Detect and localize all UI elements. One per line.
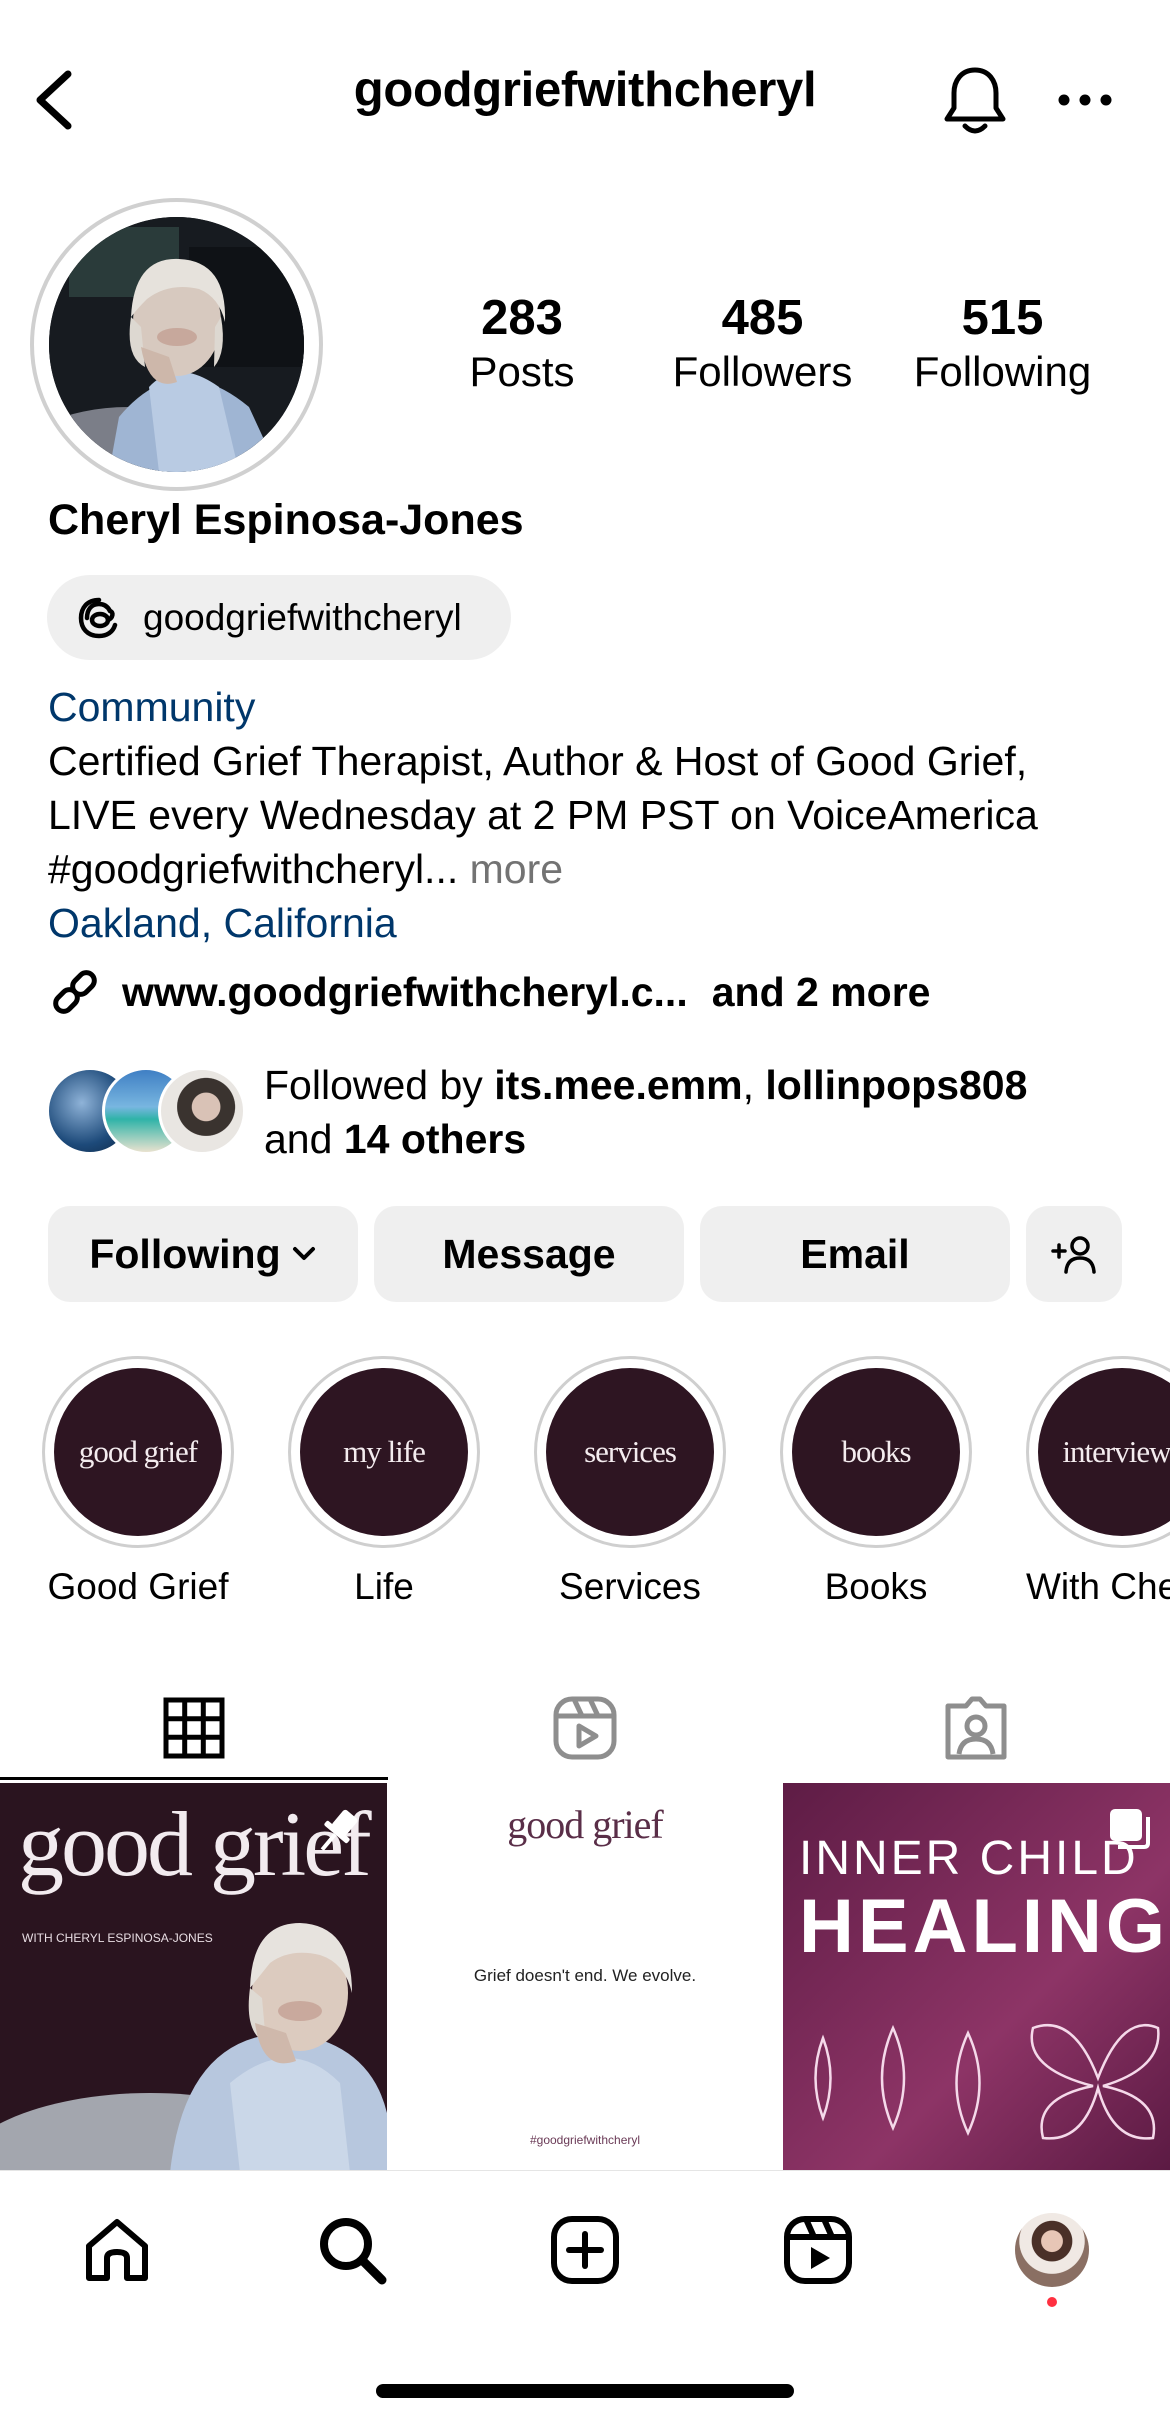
highlight-cover: books xyxy=(792,1368,960,1536)
avatar-photo xyxy=(49,217,304,472)
highlight-good-grief[interactable]: good grief Good Grief xyxy=(42,1356,234,1608)
mutual-follower-avatars[interactable] xyxy=(46,1067,246,1157)
pin-icon xyxy=(320,1809,358,1851)
post-2-hashtag: #goodgriefwithcheryl xyxy=(529,2133,641,2147)
website-link-row[interactable]: www.goodgriefwithcheryl.c... and 2 more xyxy=(48,965,930,1019)
display-name: Cheryl Espinosa-Jones xyxy=(48,496,524,544)
mutual-user-1: its.mee.emm xyxy=(494,1062,743,1108)
profile-avatar-thumbnail xyxy=(1015,2213,1089,2287)
followed-by-text[interactable]: Followed by its.mee.emm, lollinpops808 a… xyxy=(264,1058,1027,1166)
post-3-line-2: HEALING xyxy=(799,1884,1169,1969)
followers-count-value: 485 xyxy=(721,291,804,345)
more-icon xyxy=(1058,94,1112,106)
profile-avatar[interactable] xyxy=(30,198,323,491)
threads-badge[interactable]: goodgriefwithcheryl xyxy=(47,575,511,660)
add-person-icon xyxy=(1051,1236,1096,1274)
bio-more-link[interactable]: more xyxy=(470,846,563,892)
more-links[interactable]: and 2 more xyxy=(712,969,931,1016)
highlight-cover: good grief xyxy=(54,1368,222,1536)
mutual-avatar-3 xyxy=(158,1067,246,1155)
reels-icon xyxy=(553,1696,617,1759)
tab-reels[interactable] xyxy=(388,1675,782,1780)
tagged-icon xyxy=(945,1696,1007,1759)
post-3-butterfly-art xyxy=(814,2023,1160,2140)
followed-by-prefix: Followed by xyxy=(264,1062,483,1108)
bio-hashtag[interactable]: #goodgriefwithcheryl... xyxy=(48,846,458,892)
nav-create[interactable] xyxy=(525,2200,645,2300)
email-button[interactable]: Email xyxy=(700,1206,1010,1302)
posts-count-value: 283 xyxy=(481,291,563,345)
carousel-icon xyxy=(1110,1809,1150,1849)
following-button[interactable]: Following xyxy=(48,1206,358,1302)
post-2-text: Grief doesn't end. We evolve. xyxy=(473,1966,697,1985)
bio-line-1: Certified Grief Therapist, Author & Host… xyxy=(48,738,1028,784)
posts-count-label: Posts xyxy=(469,348,575,395)
home-icon xyxy=(86,2219,148,2281)
location-link[interactable]: Oakland, California xyxy=(48,896,397,950)
website-link[interactable]: www.goodgriefwithcheryl.c... xyxy=(122,969,688,1016)
highlight-label: Good Grief xyxy=(47,1566,229,1607)
tab-posts-grid[interactable] xyxy=(0,1675,388,1780)
more-options-button[interactable] xyxy=(1050,60,1120,140)
following-button-label: Following xyxy=(89,1230,281,1277)
highlight-with-cheryl[interactable]: interviews With Che xyxy=(1026,1356,1170,1608)
followers-count-label: Followers xyxy=(672,348,853,395)
bio-line-3: #goodgriefwithcheryl... more xyxy=(48,842,563,896)
highlight-life[interactable]: my life Life xyxy=(288,1356,480,1608)
mutual-user-2: lollinpops808 xyxy=(765,1062,1028,1108)
notification-dot xyxy=(1047,2297,1057,2307)
highlight-label: With Che xyxy=(1026,1566,1170,1607)
reels-nav-icon xyxy=(784,2216,852,2284)
link-icon xyxy=(53,970,97,1014)
home-indicator xyxy=(376,2384,794,2398)
threads-icon xyxy=(78,597,118,638)
highlight-cover: my life xyxy=(300,1368,468,1536)
followed-by-and: and xyxy=(264,1116,333,1162)
post-2-title: good grief xyxy=(507,1802,664,1847)
highlight-label: Life xyxy=(354,1566,414,1607)
nav-search[interactable] xyxy=(292,2200,412,2300)
search-icon xyxy=(320,2218,387,2285)
mutual-others-count: 14 others xyxy=(343,1116,527,1162)
suggested-users-button[interactable] xyxy=(1026,1206,1122,1302)
post-tile-1[interactable]: good grief WITH CHERYL ESPINOSA-JONES xyxy=(0,1783,387,2173)
following-count-value: 515 xyxy=(961,291,1044,345)
grid-icon xyxy=(163,1697,225,1758)
notifications-button[interactable] xyxy=(935,60,1015,140)
following-count-label: Following xyxy=(913,348,1092,395)
post-tile-3[interactable]: INNER CHILD HEALING xyxy=(783,1783,1170,2173)
add-post-icon xyxy=(551,2216,619,2284)
highlight-cover: interviews xyxy=(1038,1368,1170,1536)
category-label: Community xyxy=(48,684,256,730)
post-1-subtitle: WITH CHERYL ESPINOSA-JONES xyxy=(22,1931,213,1945)
following-count[interactable]: 515 Following xyxy=(900,290,1105,398)
post-tile-2[interactable]: good grief Grief doesn't end. We evolve.… xyxy=(390,1783,780,2173)
mutual-separator: , xyxy=(742,1062,754,1108)
nav-home[interactable] xyxy=(57,2200,177,2300)
nav-profile[interactable] xyxy=(992,2200,1112,2300)
highlight-services[interactable]: services Services xyxy=(534,1356,726,1608)
chevron-down-icon xyxy=(292,1247,315,1260)
message-button[interactable]: Message xyxy=(374,1206,684,1302)
highlight-label: Services xyxy=(559,1566,701,1607)
followers-count[interactable]: 485 Followers xyxy=(660,290,865,398)
highlight-label: Books xyxy=(824,1566,928,1607)
bio-line-2: LIVE every Wednesday at 2 PM PST on Voic… xyxy=(48,792,1038,838)
nav-reels[interactable] xyxy=(758,2200,878,2300)
threads-handle: goodgriefwithcheryl xyxy=(143,596,462,638)
posts-count[interactable]: 283 Posts xyxy=(452,290,592,398)
tab-tagged[interactable] xyxy=(782,1675,1170,1780)
bell-icon xyxy=(944,67,1006,134)
active-tab-indicator xyxy=(0,1777,388,1780)
post-3-line-1: INNER CHILD xyxy=(799,1832,1139,1885)
highlight-books[interactable]: books Books xyxy=(780,1356,972,1608)
highlight-cover: services xyxy=(546,1368,714,1536)
